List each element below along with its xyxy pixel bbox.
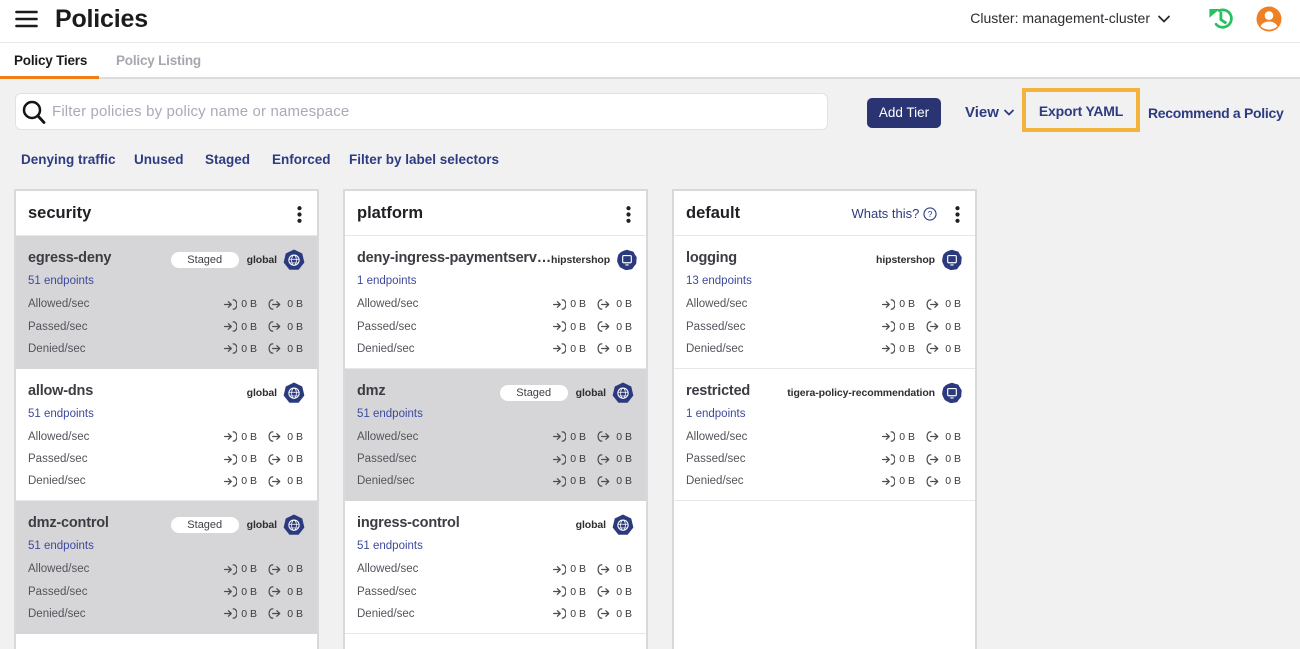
svg-text:?: ? xyxy=(928,208,933,218)
